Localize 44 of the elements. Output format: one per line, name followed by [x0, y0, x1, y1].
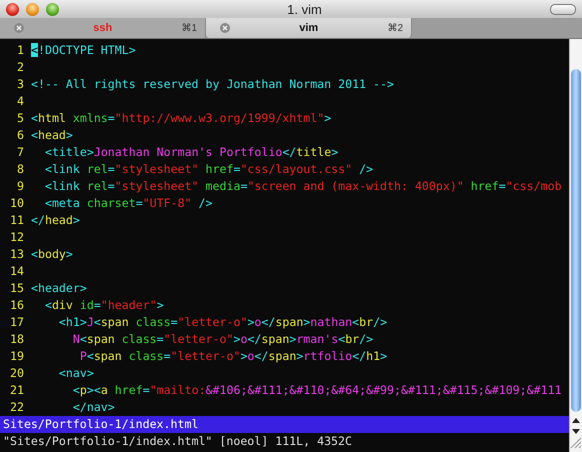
- terminal-tab[interactable]: ssh ⌘1: [0, 18, 206, 38]
- code-line: <html xmlns="http://www.w3.org/1999/xhtml">: [31, 110, 332, 127]
- line-number: 15: [9, 280, 24, 297]
- line-number: 4: [16, 93, 24, 110]
- code-line: <meta charset="UTF-8" />: [44, 195, 213, 212]
- command-message: "Sites/Portfolio-1/index.html" [noeol] 111L, 4352C: [2, 433, 354, 450]
- line-number: 12: [9, 229, 24, 246]
- code-line: N<span class="letter-o">o</span>rman's<br/>: [72, 331, 374, 348]
- line-number: 5: [16, 110, 24, 127]
- code-line: <title>Jonathan Norman's Portfolio</title>: [44, 144, 338, 161]
- code-line: <link rel="stylesheet" media="screen and (max-width: 400px)" href="css/mob: [44, 178, 562, 195]
- line-number: 18: [9, 331, 24, 348]
- line-number: 16: [9, 297, 24, 314]
- line-number: 11: [9, 212, 24, 229]
- line-number: 6: [16, 127, 24, 144]
- code-line: <h1>J<span class="letter-o">o</span>nathan<br/>: [58, 314, 388, 331]
- line-number: 8: [16, 161, 24, 178]
- line-number: 7: [16, 144, 24, 161]
- code-line: <div id="header">: [44, 297, 164, 314]
- code-line: </head>: [31, 212, 80, 229]
- line-number: 10: [9, 195, 24, 212]
- line-number: 9: [16, 178, 24, 195]
- code-line: <!DOCTYPE HTML>: [31, 42, 136, 59]
- line-number: 21: [9, 382, 24, 399]
- terminal-tab[interactable]: vim ⌘2: [206, 18, 412, 38]
- code-line: <link rel="stylesheet" href="css/layout.css" />: [44, 161, 374, 178]
- line-number: 2: [16, 59, 24, 76]
- code-line: <nav>: [58, 365, 94, 382]
- line-number: 17: [9, 314, 24, 331]
- code-line: <body>: [31, 246, 73, 263]
- code-line: P<span class="letter-o">o</span>rtfolio</h1>: [78, 348, 388, 365]
- code-line: <p><a href="mailto:&#106;&#111;&#110;&#64;&#99;&#111;&#115;&#109;&#111: [72, 382, 562, 399]
- line-number: 22: [9, 399, 24, 416]
- line-number: 1: [16, 42, 24, 59]
- line-number: 20: [9, 365, 24, 382]
- code-line: <head>: [31, 127, 73, 144]
- line-number: 3: [16, 76, 24, 93]
- line-number: 13: [9, 246, 24, 263]
- code-line: </nav>: [72, 399, 115, 416]
- code-line: <!-- All rights reserved by Jonathan Norman 2011 -->: [31, 76, 394, 93]
- window-title: 1. vim: [286, 2, 323, 16]
- code-line: <header>: [31, 280, 87, 297]
- line-number: 14: [9, 263, 24, 280]
- line-number: 19: [9, 348, 24, 365]
